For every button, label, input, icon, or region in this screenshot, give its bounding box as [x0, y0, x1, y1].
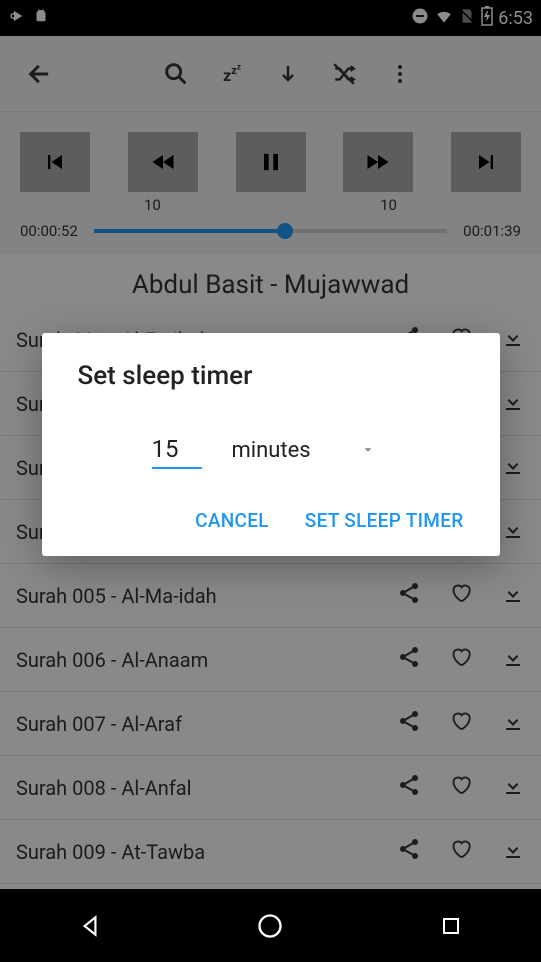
nav-recent-button[interactable] [426, 901, 476, 951]
timer-unit-select[interactable]: minutes [232, 438, 375, 463]
modal-overlay[interactable]: Set sleep timer minutes CANCEL SET SLEEP… [0, 0, 541, 889]
sleep-timer-dialog: Set sleep timer minutes CANCEL SET SLEEP… [42, 333, 500, 556]
cancel-button[interactable]: CANCEL [195, 509, 269, 532]
timer-unit-label: minutes [232, 438, 311, 463]
dialog-title: Set sleep timer [78, 361, 464, 391]
set-timer-button[interactable]: SET SLEEP TIMER [305, 509, 464, 532]
nav-home-button[interactable] [245, 901, 295, 951]
chevron-down-icon [361, 443, 375, 457]
nav-back-button[interactable] [65, 901, 115, 951]
nav-bar [0, 889, 541, 962]
timer-minutes-input[interactable] [152, 431, 202, 469]
